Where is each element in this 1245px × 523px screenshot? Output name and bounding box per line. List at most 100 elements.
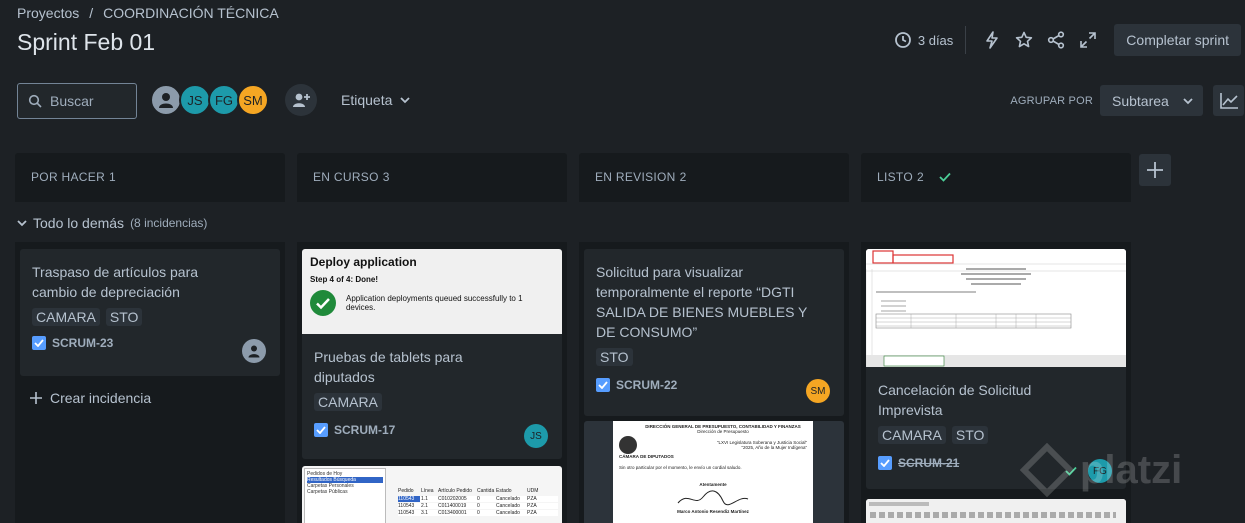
table-row: 110543 3.1 C013400001 0 Cancelado PZA — [398, 510, 558, 516]
table-header: Pedido Línea Artículo Pedido Cantida Est… — [398, 488, 558, 494]
breadcrumb: Proyectos / COORDINACIÓN TÉCNICA — [17, 5, 279, 21]
expand-icon — [1080, 32, 1097, 48]
table-cell: 2.1 — [421, 503, 428, 509]
divider — [965, 26, 967, 54]
label-tag: STO — [105, 308, 143, 326]
assignee-filter: JS FG SM — [150, 84, 269, 116]
cover-document: DIRECCIÓN GENERAL DE PRESUPUESTO, CONTAB… — [613, 421, 813, 523]
issue-card-cover-peek[interactable] — [866, 499, 1126, 523]
add-column-button[interactable] — [1139, 154, 1171, 186]
platzi-logo-icon — [1020, 443, 1074, 497]
cover-step: Step 4 of 4: Done! — [310, 275, 379, 284]
page-title: Sprint Feb 01 — [17, 29, 156, 55]
chevron-down-icon — [17, 220, 27, 227]
toolbar-preview — [866, 499, 1126, 523]
card-title: Traspaso de artículos para cambio de dep… — [32, 264, 199, 300]
card-footer: SCRUM-17 — [314, 423, 550, 437]
table-row: 110543 1.1 C010202005 0 Cancelado PZA — [398, 496, 558, 502]
breadcrumb-separator: / — [89, 5, 94, 21]
avatar-unassigned[interactable] — [150, 84, 182, 116]
cover-table: Pedido Línea Artículo Pedido Cantida Est… — [398, 488, 558, 516]
add-people-button[interactable] — [285, 84, 317, 116]
doc-legends: “LXVI Legislatura Soberana y Justicia So… — [637, 440, 807, 450]
table-cell: PZA — [527, 503, 537, 509]
issue-key[interactable]: SCRUM-22 — [616, 378, 677, 392]
issue-card-document-cover[interactable]: DIRECCIÓN GENERAL DE PRESUPUESTO, CONTAB… — [584, 421, 844, 523]
issue-card-scrum-22[interactable]: Solicitud para visualizar temporalmente … — [584, 249, 844, 416]
add-person-icon — [293, 93, 310, 107]
table-cell: C013400001 — [438, 510, 467, 516]
clock-icon — [894, 32, 911, 48]
table-cell: Cancelado — [496, 510, 520, 516]
spreadsheet-preview — [866, 249, 1126, 367]
create-issue-label: Crear incidencia — [50, 390, 152, 406]
card-title: Solicitud para visualizar temporalmente … — [596, 264, 808, 340]
table-cell: Cancelado — [496, 503, 520, 509]
issue-key[interactable]: SCRUM-23 — [52, 336, 113, 350]
assignee-avatar[interactable]: SM — [806, 379, 830, 403]
table-cell: 0 — [477, 496, 480, 502]
avatar-fg[interactable]: FG — [208, 84, 240, 116]
avatar-sm[interactable]: SM — [237, 84, 269, 116]
issue-card-scrum-17[interactable]: Deploy application Step 4 of 4: Done! Ap… — [302, 249, 562, 459]
fullscreen-button[interactable] — [1072, 24, 1104, 56]
search-icon — [28, 94, 42, 108]
breadcrumb-project[interactable]: COORDINACIÓN TÉCNICA — [103, 5, 279, 21]
doc-signer: Marco Antonio Resendiz Martínez — [677, 509, 749, 514]
avatar-js[interactable]: JS — [179, 84, 211, 116]
complete-sprint-button[interactable]: Completar sprint — [1114, 24, 1241, 56]
search-placeholder: Buscar — [50, 93, 94, 109]
task-type-icon — [878, 456, 892, 470]
table-cell: 110543 — [398, 496, 420, 502]
card-footer: SCRUM-22 — [596, 378, 832, 392]
task-type-icon — [32, 336, 46, 350]
group-by-value: Subtarea — [1112, 92, 1169, 109]
issue-key[interactable]: SCRUM-17 — [334, 423, 395, 437]
table-header-cell: Línea — [421, 488, 434, 494]
label-tag: CAMARA — [32, 308, 100, 326]
share-button[interactable] — [1040, 24, 1072, 56]
issue-card-scrum-23[interactable]: Traspaso de artículos para cambio de dep… — [20, 249, 280, 376]
table-header-cell: Artículo Pedido — [438, 488, 472, 494]
swimlane-title: Todo lo demás — [33, 215, 125, 231]
chart-icon — [1219, 92, 1238, 109]
create-issue-button[interactable]: Crear incidencia — [30, 390, 151, 406]
column-count: 2 — [916, 170, 924, 184]
issue-card-cover-only[interactable]: Pedidos de Hoy Resultados Búsqueda Carpe… — [302, 466, 562, 523]
breadcrumb-projects[interactable]: Proyectos — [17, 5, 79, 21]
insights-button[interactable] — [1213, 85, 1244, 116]
tree-item: Carpetas Públicas — [307, 489, 348, 495]
column-count: 1 — [109, 170, 117, 184]
cover-message: Application deployments queued successfu… — [345, 294, 523, 312]
star-button[interactable] — [1008, 24, 1040, 56]
check-icon — [939, 172, 951, 182]
doc-head-row: “LXVI Legislatura Soberana y Justicia So… — [619, 436, 807, 454]
cover-heading: Deploy application — [310, 255, 417, 269]
swimlane-header[interactable]: Todo lo demás (8 incidencias) — [17, 215, 207, 231]
table-cell: 110543 — [398, 510, 415, 516]
automation-button[interactable] — [976, 24, 1008, 56]
group-by-select[interactable]: Subtarea — [1100, 85, 1203, 116]
task-type-icon — [596, 378, 610, 392]
column-count: 2 — [679, 170, 687, 184]
task-type-icon — [314, 423, 328, 437]
swimlane-count: (8 incidencias) — [130, 216, 208, 230]
column-title: EN CURSO — [313, 170, 379, 184]
search-input[interactable]: Buscar — [17, 83, 137, 119]
table-cell: C010202005 — [438, 496, 467, 502]
plus-icon — [30, 392, 42, 404]
person-icon — [248, 345, 260, 358]
card-labels: CAMARA STO — [878, 426, 1114, 444]
table-cell: 110543 — [398, 503, 415, 509]
table-header-cell: Estado — [496, 488, 512, 494]
label-filter-dropdown[interactable]: Etiqueta — [330, 84, 421, 116]
table-cell: PZA — [527, 510, 537, 516]
column-header-todo: POR HACER 1 — [15, 153, 285, 201]
days-remaining-text: 3 días — [917, 32, 954, 48]
sprint-time-remaining: 3 días — [894, 31, 953, 49]
assignee-avatar[interactable]: JS — [524, 424, 548, 448]
label-tag: STO — [951, 426, 989, 444]
unassigned-avatar[interactable] — [242, 339, 266, 363]
issue-key[interactable]: SCRUM-21 — [898, 456, 959, 470]
card-cover-spreadsheet — [866, 249, 1126, 367]
